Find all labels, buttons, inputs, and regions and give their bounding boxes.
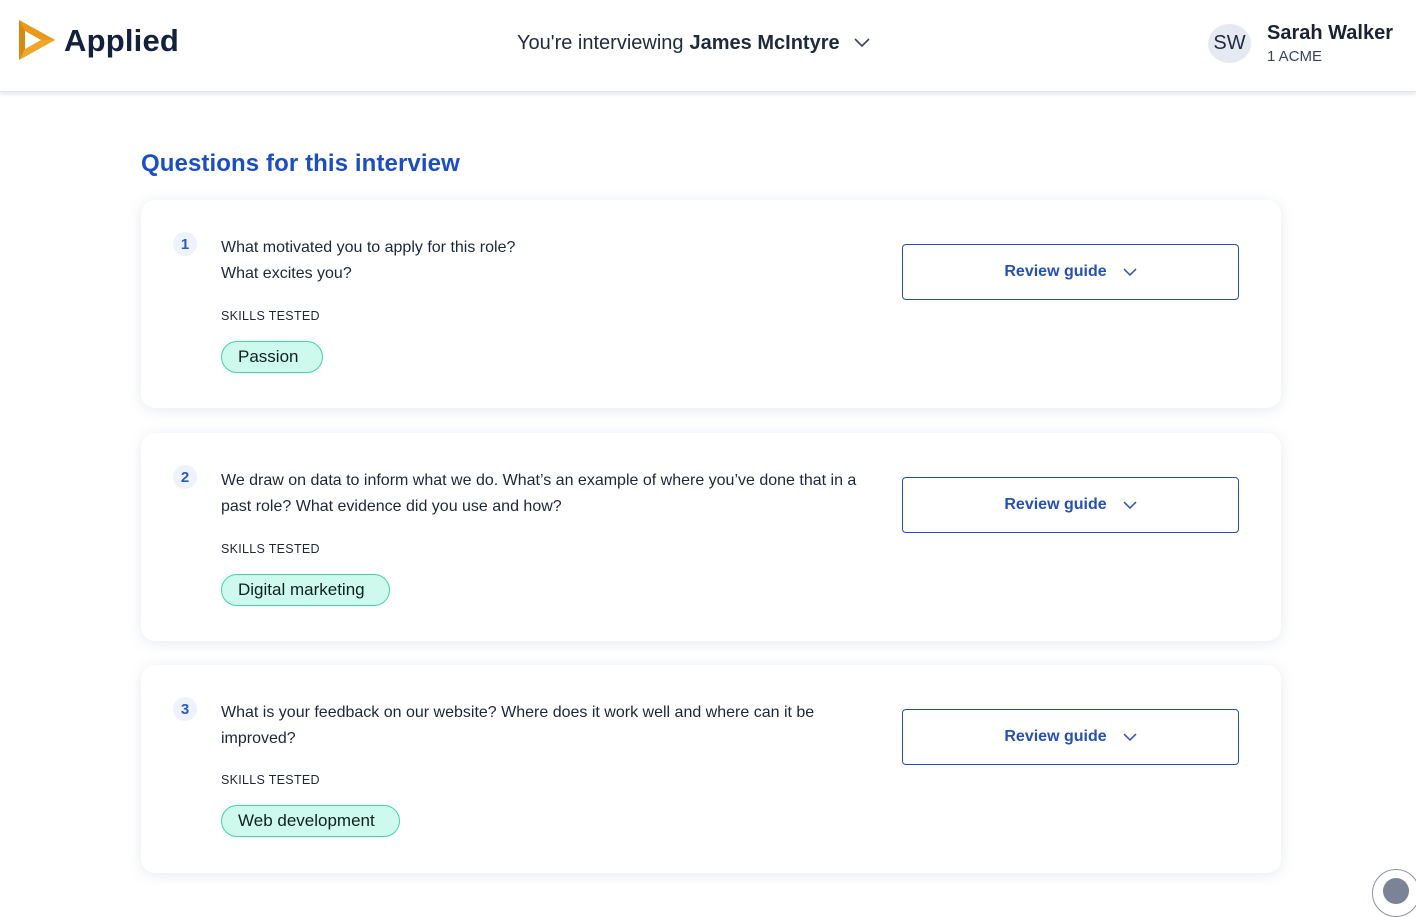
candidate-selector[interactable]: You're interviewing James McIntyre (517, 29, 870, 57)
skill-tag: Web development (221, 805, 400, 837)
skills-tested-label: SKILLS TESTED (221, 542, 320, 556)
question-text: What is your feedback on our website? Wh… (221, 700, 861, 752)
question-number: 1 (173, 232, 197, 256)
user-menu[interactable]: SW Sarah Walker 1 ACME (1208, 21, 1393, 67)
user-organization: 1 ACME (1267, 48, 1323, 65)
review-guide-label: Review guide (1004, 728, 1107, 745)
review-guide-button[interactable]: Review guide (902, 244, 1239, 300)
chevron-down-icon (854, 38, 870, 48)
avatar: SW (1208, 24, 1251, 63)
question-text: We draw on data to inform what we do. Wh… (221, 468, 886, 520)
question-card: 3 What is your feedback on our website? … (141, 665, 1281, 873)
question-text: What motivated you to apply for this rol… (221, 235, 886, 287)
user-info: Sarah Walker 1 ACME (1267, 21, 1393, 67)
page-title: Questions for this interview (141, 150, 460, 177)
question-text-line: We draw on data to inform what we do. Wh… (221, 472, 857, 515)
skills-tested-label: SKILLS TESTED (221, 773, 320, 787)
chevron-down-icon (1123, 267, 1137, 276)
question-card: 1 What motivated you to apply for this r… (141, 200, 1281, 408)
top-header: Applied You're interviewing James McInty… (0, 0, 1416, 92)
question-text-line: What excites you? (221, 265, 352, 282)
review-guide-label: Review guide (1004, 263, 1107, 280)
question-number: 2 (173, 465, 197, 489)
brand-name: Applied (64, 22, 180, 58)
skills-tested-label: SKILLS TESTED (221, 309, 320, 323)
review-guide-label: Review guide (1004, 496, 1107, 513)
help-button[interactable] (1372, 869, 1416, 917)
candidate-name: James McIntyre (689, 31, 840, 54)
skill-tag: Passion (221, 341, 324, 373)
question-number: 3 (173, 697, 197, 721)
question-card: 2 We draw on data to inform what we do. … (141, 433, 1281, 641)
brand-logo[interactable]: Applied (17, 17, 179, 63)
question-text-line: What is your feedback on our website? Wh… (221, 704, 815, 747)
applied-logo-icon (19, 20, 55, 60)
question-text-line: What motivated you to apply for this rol… (221, 239, 516, 256)
help-icon (1383, 878, 1409, 904)
chevron-down-icon (1123, 500, 1137, 509)
chevron-down-icon (1123, 732, 1137, 741)
interviewing-prefix: You're interviewing (517, 31, 684, 54)
review-guide-button[interactable]: Review guide (902, 709, 1239, 765)
skill-tag: Digital marketing (221, 574, 390, 606)
review-guide-button[interactable]: Review guide (902, 477, 1239, 533)
user-name: Sarah Walker (1267, 22, 1393, 44)
